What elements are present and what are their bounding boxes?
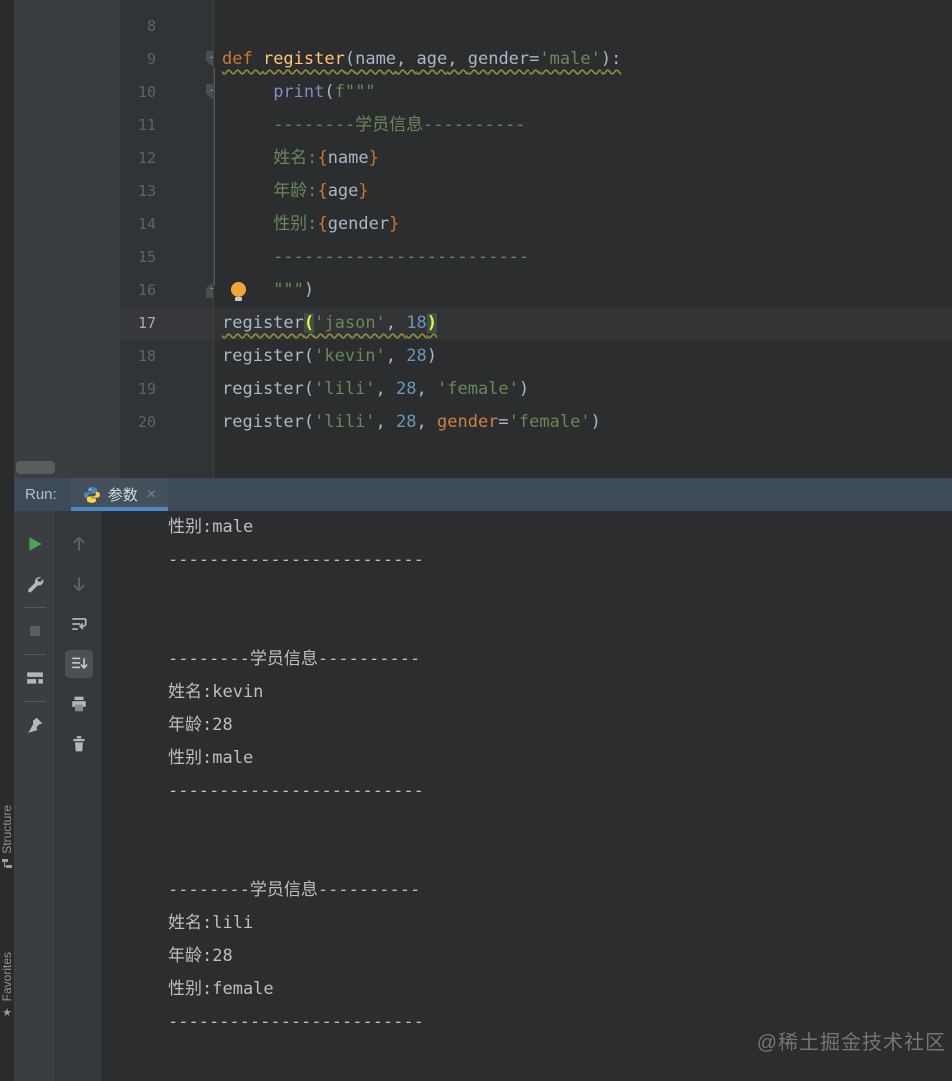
pin-icon[interactable] [14, 705, 55, 745]
code-line-17[interactable]: register('jason', 18) [214, 307, 952, 340]
intention-bulb-icon[interactable] [231, 282, 246, 301]
console-line: ------------------------- [168, 550, 424, 570]
code-line-18[interactable]: register('kevin', 28) [214, 340, 952, 373]
line-number: 14 [137, 215, 156, 233]
stop-icon[interactable] [14, 611, 55, 651]
structure-label: Structure [0, 805, 14, 854]
line-number: 9 [146, 50, 156, 68]
console-line: --------学员信息---------- [168, 649, 421, 669]
run-tool-window: Run: 参数 × 性别:male ----------------------… [14, 478, 952, 1081]
line-number: 8 [146, 17, 156, 35]
line-number: 10 [137, 83, 156, 101]
gutter-line-8: 8 [120, 10, 213, 43]
clear-trash-icon[interactable] [55, 724, 102, 764]
horizontal-scrollbar-thumb[interactable] [16, 461, 55, 474]
console-line: --------学员信息---------- [168, 880, 421, 900]
console-line: 年龄:28 [168, 715, 233, 735]
tab-close-icon[interactable]: × [147, 486, 156, 504]
gutter-line-16: 16– [120, 274, 221, 307]
run-tab-label: 参数 [107, 487, 138, 504]
gutter-line-13: 13 [120, 175, 213, 208]
project-panel [14, 0, 120, 478]
gutter-line-10: 10– [120, 76, 221, 109]
code-line-16[interactable]: """) [214, 274, 952, 307]
soft-wrap-icon[interactable] [55, 604, 102, 644]
editor-gutter: 8 9–10– 11 12 13 14 15 16– 17 18 19 20 [120, 0, 221, 478]
editor-code[interactable]: def register(name, age, gender='male'): … [213, 0, 952, 478]
favorites-label: Favorites [0, 952, 14, 1002]
code-line-11[interactable]: --------学员信息---------- [214, 109, 952, 142]
down-arrow-icon[interactable] [55, 564, 102, 604]
console-line: 性别:female [168, 979, 274, 999]
run-header: Run: 参数 × [14, 478, 952, 511]
line-number: 19 [137, 380, 156, 398]
structure-icon [2, 858, 12, 868]
gutter-line-18: 18 [120, 340, 213, 373]
scroll-to-end-icon[interactable] [55, 644, 102, 684]
print-icon[interactable] [55, 684, 102, 724]
up-arrow-icon[interactable] [55, 524, 102, 564]
toolbar-divider [23, 654, 46, 655]
gutter-line-14: 14 [120, 208, 213, 241]
watermark: @稀土掘金技术社区 [756, 1032, 946, 1054]
left-tool-window-bar: Structure Favorites ★ [0, 0, 15, 1081]
code-line-10[interactable]: print(f""" [214, 76, 952, 109]
structure-tool-button[interactable]: Structure [0, 805, 14, 869]
favorites-star-icon: ★ [2, 1006, 12, 1020]
gutter-line-20: 20 [120, 406, 213, 439]
toolbar-divider [23, 607, 46, 608]
code-line-20[interactable]: register('lili', 28, gender='female') [214, 406, 952, 439]
gutter-line-17: 17 [120, 307, 213, 340]
console-line: 年龄:28 [168, 946, 233, 966]
run-panel-title: Run: [25, 486, 57, 503]
console-output[interactable]: 性别:male ------------------------- --------… [103, 511, 952, 1081]
code-line-8[interactable] [214, 10, 952, 43]
line-number: 12 [137, 149, 156, 167]
console-toolbar [55, 511, 103, 1081]
console-line: 姓名:kevin [168, 682, 264, 702]
gutter-line-15: 15 [120, 241, 213, 274]
code-line-14[interactable]: 性别:{gender} [214, 208, 952, 241]
line-number: 13 [137, 182, 156, 200]
console-line: 性别:male [168, 517, 254, 537]
console-line: 姓名:lili [168, 913, 254, 933]
settings-wrench-icon[interactable] [14, 564, 55, 604]
python-icon [83, 486, 100, 503]
pycharm-window: Structure Favorites ★ 8 9–10– 11 12 13 14 15 16… [0, 0, 952, 1081]
favorites-tool-button[interactable]: Favorites ★ [0, 952, 14, 1019]
rerun-icon[interactable] [14, 524, 55, 564]
toolbar-divider [23, 701, 46, 702]
scroll-to-end-selected-bg [64, 650, 93, 678]
run-body: 性别:male ------------------------- --------… [14, 511, 952, 1081]
line-number: 17 [137, 314, 156, 332]
code-line-12[interactable]: 姓名:{name} [214, 142, 952, 175]
restore-layout-icon[interactable] [14, 658, 55, 698]
line-number: 15 [137, 248, 156, 266]
code-line-13[interactable]: 年龄:{age} [214, 175, 952, 208]
console-line: 性别:male [168, 748, 254, 768]
console-line: ------------------------- [168, 781, 424, 801]
gutter-line-11: 11 [120, 109, 213, 142]
run-tab[interactable]: 参数 × [70, 478, 169, 511]
line-number: 11 [137, 116, 156, 134]
gutter-line-19: 19 [120, 373, 213, 406]
code-line-19[interactable]: register('lili', 28, 'female') [214, 373, 952, 406]
line-number: 18 [137, 347, 156, 365]
gutter-line-12: 12 [120, 142, 213, 175]
line-number: 20 [137, 413, 156, 431]
code-line-15[interactable]: ------------------------- [214, 241, 952, 274]
code-line-9[interactable]: def register(name, age, gender='male'): [214, 43, 952, 76]
run-toolbar [14, 511, 55, 1081]
line-number: 16 [137, 281, 156, 299]
gutter-line-9: 9– [120, 43, 221, 76]
